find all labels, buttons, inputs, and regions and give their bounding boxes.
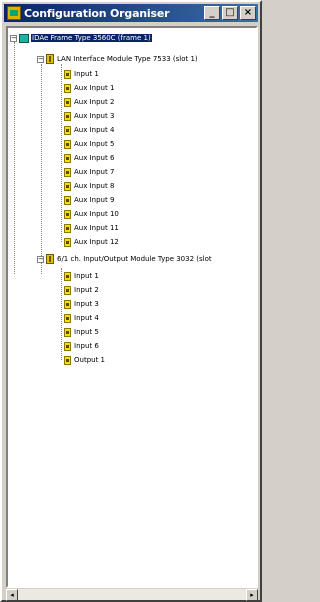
tree-leaf-label: Aux Input 7: [74, 168, 115, 176]
tree-line-aux: [61, 64, 62, 242]
tree-node-frame-label: IDAe Frame Type 3560C (frame 1): [31, 34, 152, 42]
tree-node-module-2-label: 6/1 ch. Input/Output Module Type 3032 (s…: [57, 255, 212, 263]
maximize-button[interactable]: □: [222, 6, 238, 20]
collapse-toggle-module-1[interactable]: −: [37, 55, 44, 63]
tree-leaf-label: Aux Input 1: [74, 84, 115, 92]
tree-leaf[interactable]: Aux Input 8: [64, 180, 114, 192]
module-icon: [46, 254, 54, 264]
tree-leaf[interactable]: Aux Input 10: [64, 208, 119, 220]
tree-node-module-2[interactable]: − 6/1 ch. Input/Output Module Type 3032 …: [37, 253, 212, 265]
io-channel-icon: [64, 285, 71, 295]
tree-leaf[interactable]: Input 2: [64, 284, 99, 296]
tree-leaf-label: Aux Input 9: [74, 196, 115, 204]
tree-leaf[interactable]: Output 1: [64, 354, 105, 366]
tree-line-root: [14, 42, 15, 274]
io-channel-icon: [64, 181, 71, 191]
tree-leaf-label: Aux Input 11: [74, 224, 119, 232]
io-channel-icon: [64, 97, 71, 107]
tree-leaf[interactable]: Aux Input 2: [64, 96, 114, 108]
tree-line-module-1: [41, 64, 42, 274]
io-channel-icon: [64, 223, 71, 233]
tree-leaf-label: Aux Input 8: [74, 182, 115, 190]
tree-node-frame[interactable]: − IDAe Frame Type 3560C (frame 1): [10, 32, 152, 44]
tree-leaf-label: Input 6: [74, 342, 99, 350]
minimize-button[interactable]: _: [204, 6, 220, 20]
scroll-right-button[interactable]: ▸: [246, 589, 258, 601]
tree-leaf[interactable]: Input 6: [64, 340, 99, 352]
io-channel-icon: [64, 299, 71, 309]
tree-leaf-label: Aux Input 12: [74, 238, 119, 246]
close-button[interactable]: ×: [240, 6, 256, 20]
io-channel-icon: [64, 125, 71, 135]
tree-leaf[interactable]: Input 3: [64, 298, 99, 310]
io-channel-icon: [64, 167, 71, 177]
tree-line-io: [61, 268, 62, 360]
io-channel-icon: [64, 313, 71, 323]
tree-leaf-label: Output 1: [74, 356, 105, 364]
io-channel-icon: [64, 355, 71, 365]
tree-node-module-1-label: LAN Interface Module Type 7533 (slot 1): [57, 55, 198, 63]
tree-leaf[interactable]: Input 1: [64, 270, 99, 282]
tree-leaf[interactable]: Input 5: [64, 326, 99, 338]
io-channel-icon: [64, 139, 71, 149]
io-channel-icon: [64, 153, 71, 163]
tree-leaf-label: Input 1: [74, 272, 99, 280]
tree-leaf[interactable]: Aux Input 9: [64, 194, 114, 206]
io-channel-icon: [64, 271, 71, 281]
module-icon: [46, 54, 54, 64]
io-channel-icon: [64, 69, 71, 79]
tree-leaf[interactable]: Aux Input 5: [64, 138, 114, 150]
scroll-left-button[interactable]: ◂: [6, 589, 18, 601]
tree-leaf[interactable]: Input 4: [64, 312, 99, 324]
tree-leaf[interactable]: Aux Input 6: [64, 152, 114, 164]
tree-leaf[interactable]: Aux Input 7: [64, 166, 114, 178]
tree-leaf[interactable]: Aux Input 3: [64, 110, 114, 122]
title-bar[interactable]: Configuration Organiser _ □ ×: [4, 4, 258, 22]
tree-leaf[interactable]: Input 1: [64, 68, 99, 80]
tree-leaf-label: Aux Input 5: [74, 140, 115, 148]
tree-leaf-label: Input 4: [74, 314, 99, 322]
configuration-tree[interactable]: − IDAe Frame Type 3560C (frame 1) − LAN …: [6, 26, 258, 588]
tree-leaf-label: Input 2: [74, 286, 99, 294]
tree-leaf[interactable]: Aux Input 12: [64, 236, 119, 248]
io-channel-icon: [64, 237, 71, 247]
io-channel-icon: [64, 341, 71, 351]
tree-leaf-label: Input 3: [74, 300, 99, 308]
tree-leaf-label: Input 1: [74, 70, 99, 78]
tree-leaf-label: Aux Input 2: [74, 98, 115, 106]
app-icon: [7, 6, 21, 20]
tree-leaf-label: Aux Input 10: [74, 210, 119, 218]
tree-leaf[interactable]: Aux Input 1: [64, 82, 114, 94]
horizontal-scrollbar[interactable]: ◂ ▸: [6, 588, 258, 601]
io-channel-icon: [64, 327, 71, 337]
window-title: Configuration Organiser: [24, 6, 170, 20]
tree-leaf-label: Aux Input 4: [74, 126, 115, 134]
collapse-toggle-frame[interactable]: −: [10, 34, 17, 42]
io-channel-icon: [64, 209, 71, 219]
tree-leaf-label: Input 5: [74, 328, 99, 336]
tree-node-module-1[interactable]: − LAN Interface Module Type 7533 (slot 1…: [37, 53, 198, 65]
io-channel-icon: [64, 111, 71, 121]
tree-leaf[interactable]: Aux Input 4: [64, 124, 114, 136]
tree-leaf-label: Aux Input 6: [74, 154, 115, 162]
tree-leaf[interactable]: Aux Input 11: [64, 222, 119, 234]
io-channel-icon: [64, 195, 71, 205]
collapse-toggle-module-2[interactable]: −: [37, 255, 44, 263]
io-channel-icon: [64, 83, 71, 93]
configuration-organiser-window: Configuration Organiser _ □ × − IDAe Fra…: [0, 0, 262, 602]
frame-icon: [19, 33, 29, 43]
tree-leaf-label: Aux Input 3: [74, 112, 115, 120]
